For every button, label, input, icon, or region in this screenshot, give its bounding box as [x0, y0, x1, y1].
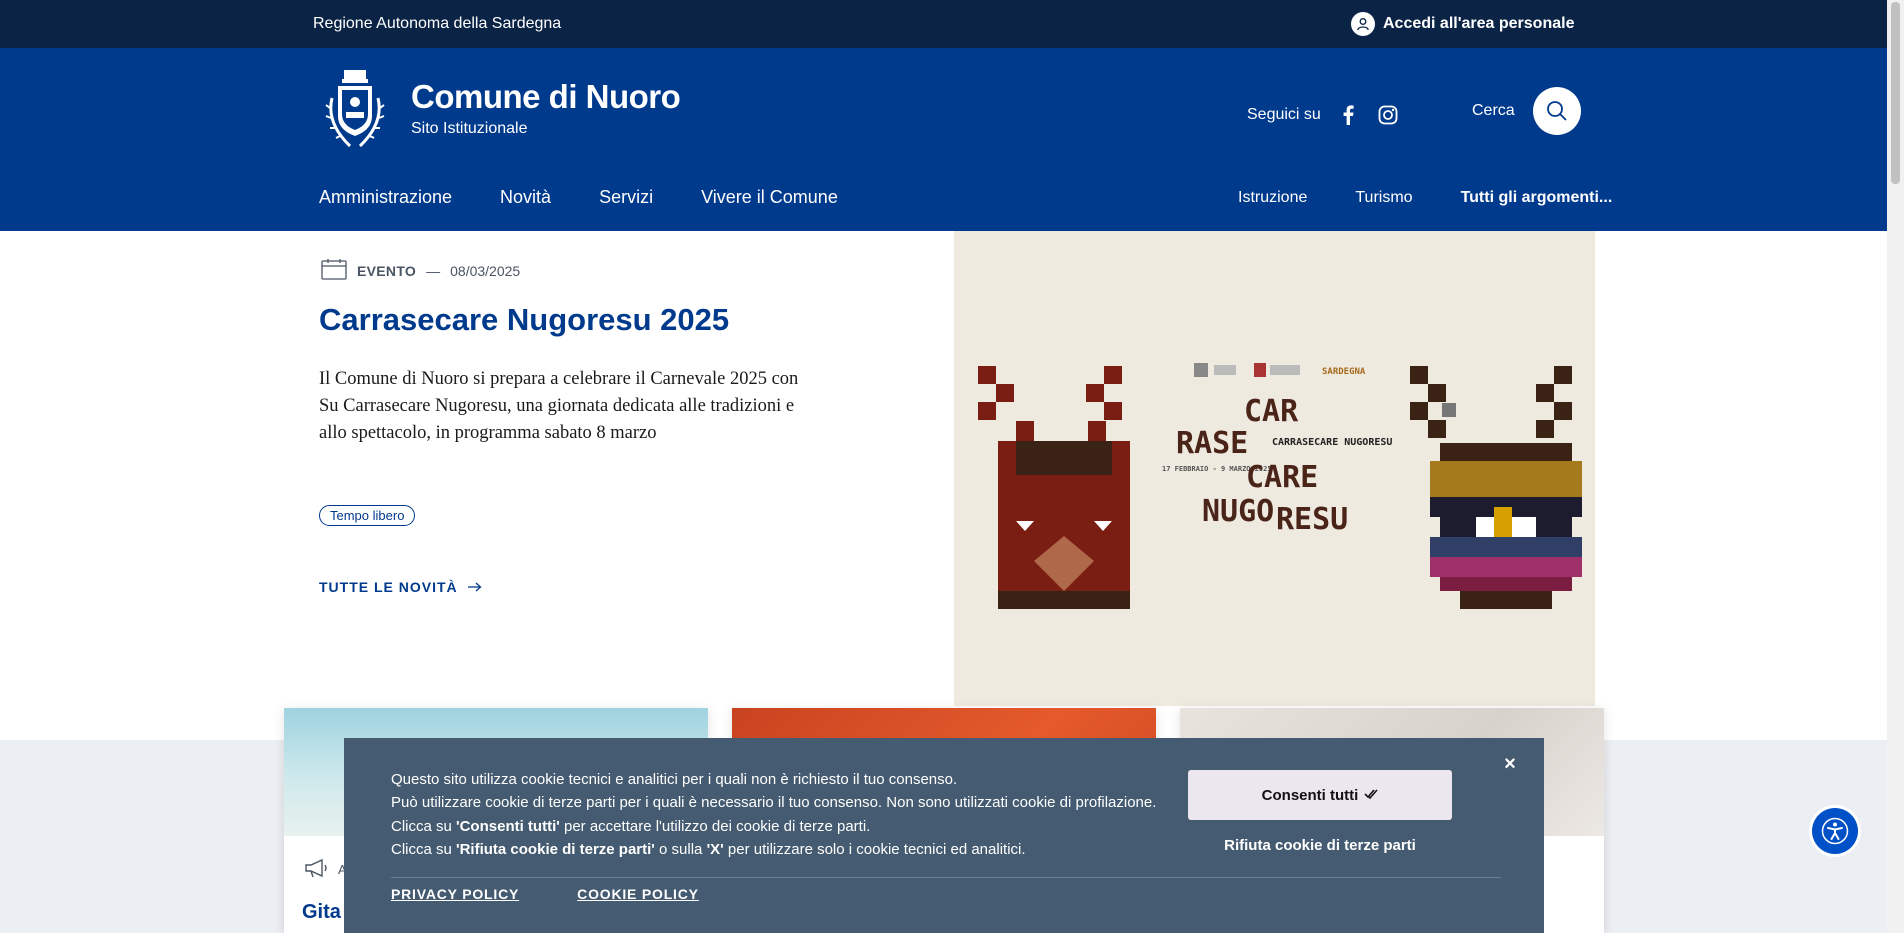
site-title[interactable]: Comune di Nuoro — [411, 78, 681, 116]
accept-all-label: Consenti tutti — [1261, 786, 1359, 804]
poster-line-5: RESU — [1276, 502, 1348, 537]
arrow-right-icon — [467, 579, 482, 595]
poster-line-3: CARE — [1246, 460, 1318, 495]
poster-text-graphic: SARDEGNA CAR RASE CARRASECARE NUGORESU 1… — [1162, 363, 1392, 537]
accessibility-icon — [1821, 817, 1849, 845]
site-subtitle: Sito Istituzionale — [411, 120, 528, 137]
nav-item-vivere-il-comune[interactable]: Vivere il Comune — [701, 187, 838, 208]
right-mask-graphic — [1410, 366, 1582, 609]
all-news-link[interactable]: TUTTE LE NOVITÀ — [319, 579, 482, 595]
poster-line-1: CAR — [1244, 394, 1299, 429]
accept-all-button[interactable]: Consenti tutti — [1188, 770, 1452, 820]
close-icon[interactable]: × — [1500, 753, 1520, 775]
nav-item-novita[interactable]: Novità — [500, 187, 551, 208]
main-navigation: Amministrazione Novità Servizi Vivere il… — [319, 187, 838, 208]
cookie-text: Questo sito utilizza cookie tecnici e an… — [391, 770, 1156, 860]
cookie-line-2: Può utilizzare cookie di terze parti per… — [391, 793, 1157, 811]
cookie-line-3: Clicca su 'Consenti tutti' per accettare… — [391, 818, 871, 835]
all-news-label: TUTTE LE NOVITÀ — [319, 579, 458, 595]
topic-turismo[interactable]: Turismo — [1355, 189, 1412, 207]
hero-description: Il Comune di Nuoro si prepara a celebrar… — [319, 369, 799, 443]
top-bar: Regione Autonoma della Sardegna Accedi a… — [0, 0, 1887, 48]
accessibility-button[interactable] — [1812, 808, 1858, 854]
cookie-line-4: Clicca su 'Rifiuta cookie di terze parti… — [391, 840, 1026, 858]
nav-item-servizi[interactable]: Servizi — [599, 187, 653, 208]
cookie-divider — [391, 877, 1501, 878]
poster-line-4: NUGO — [1202, 494, 1274, 529]
topic-all-topics[interactable]: Tutti gli argomenti... — [1461, 189, 1613, 207]
scrollbar-thumb[interactable] — [1891, 2, 1900, 184]
follow-label: Seguici su — [1247, 106, 1321, 123]
hero-category: EVENTO — [357, 262, 417, 279]
poster-line-2: RASE — [1176, 426, 1248, 461]
left-mask-graphic — [978, 366, 1130, 609]
cookie-line-1: Questo sito utilizza cookie tecnici e an… — [391, 771, 958, 788]
meta-separator: — — [426, 262, 441, 279]
instagram-icon[interactable] — [1375, 102, 1401, 128]
hero-title[interactable]: Carrasecare Nugoresu 2025 — [319, 302, 729, 338]
cookie-policy-link[interactable]: COOKIE POLICY — [577, 886, 699, 902]
search-area: Cerca — [1472, 87, 1581, 135]
privacy-policy-link[interactable]: PRIVACY POLICY — [391, 886, 519, 902]
region-link[interactable]: Regione Autonoma della Sardegna — [313, 15, 561, 33]
cookie-links: PRIVACY POLICY COOKIE POLICY — [391, 886, 699, 902]
hero-tag[interactable]: Tempo libero — [319, 505, 416, 526]
cookie-banner: Questo sito utilizza cookie tecnici e an… — [344, 738, 1544, 933]
poster-heading: CARRASECARE NUGORESU — [1272, 437, 1392, 448]
topic-istruzione[interactable]: Istruzione — [1238, 189, 1307, 207]
coat-of-arms-logo[interactable] — [320, 68, 390, 152]
topic-navigation: Istruzione Turismo Tutti gli argomenti..… — [1238, 189, 1612, 207]
card-category: A — [304, 858, 347, 881]
calendar-icon — [321, 258, 347, 283]
social-follow: Seguici su — [1247, 102, 1401, 128]
search-label: Cerca — [1472, 102, 1515, 119]
site-header: Comune di Nuoro Sito Istituzionale Segui… — [0, 48, 1887, 231]
user-icon — [1351, 12, 1375, 36]
poster-sponsor: SARDEGNA — [1322, 367, 1366, 377]
hero-date: 08/03/2025 — [450, 262, 521, 279]
megaphone-icon — [304, 858, 330, 881]
search-button[interactable] — [1532, 87, 1581, 135]
page-scrollbar[interactable] — [1887, 0, 1904, 933]
login-label: Accedi all'area personale — [1383, 15, 1575, 32]
login-button[interactable]: Accedi all'area personale — [1351, 12, 1574, 36]
double-check-icon — [1364, 787, 1378, 804]
nav-item-amministrazione[interactable]: Amministrazione — [319, 187, 452, 208]
reject-third-party-button[interactable]: Rifiuta cookie di terze parti — [1188, 837, 1452, 854]
facebook-icon[interactable] — [1335, 102, 1361, 128]
hero-poster-image[interactable]: SARDEGNA CAR RASE CARRASECARE NUGORESU 1… — [954, 231, 1595, 706]
search-icon — [1546, 101, 1567, 121]
hero-meta: EVENTO — 08/03/2025 — [321, 258, 520, 283]
